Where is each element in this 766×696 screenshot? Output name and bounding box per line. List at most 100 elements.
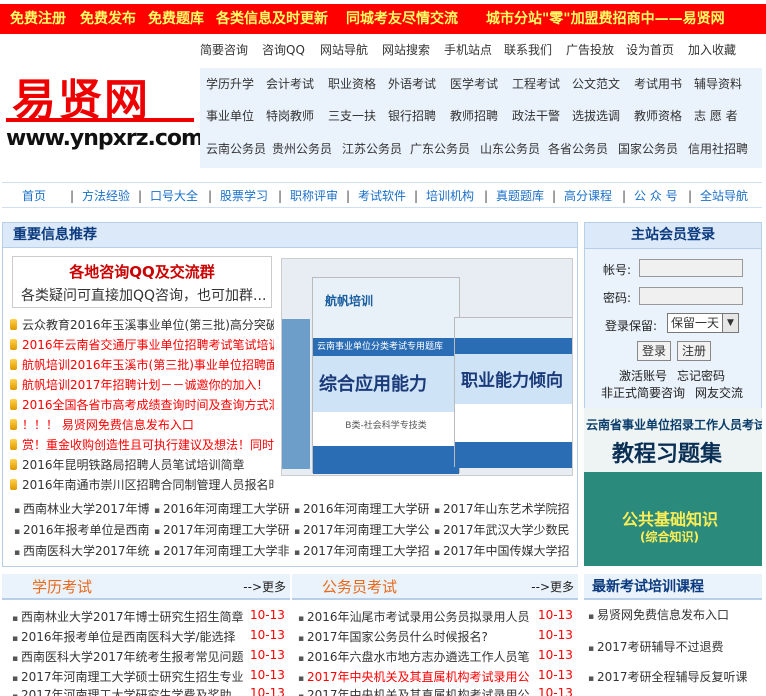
category-link[interactable]: 志 愿 者: [694, 108, 738, 124]
category-link[interactable]: 教师资格: [634, 108, 682, 124]
news-item[interactable]: 航帆培训2016年玉溪市(第三批)事业单位招聘面: [8, 355, 274, 375]
toplink-homepage[interactable]: 设为首页: [626, 40, 674, 60]
book-cover-image[interactable]: 航帆培训 云南事业单位分类考试专用题库 综合应用能力 B类-社会科学专技类 职业…: [281, 258, 573, 476]
link-item[interactable]: 2017年武汉大学少数民: [434, 521, 570, 538]
promo-info-update[interactable]: 各类信息及时更新: [216, 4, 328, 34]
category-link[interactable]: 教师招聘: [450, 108, 498, 124]
category-link[interactable]: 辅导资料: [694, 76, 742, 92]
nav-item[interactable]: 高分课程: [564, 183, 612, 209]
gwy-item[interactable]: 2017年国家公务员什么时候报名?: [298, 628, 530, 645]
nav-item[interactable]: 真题题库: [496, 183, 544, 209]
nav-item[interactable]: 全站导航: [700, 183, 748, 209]
xueli-item[interactable]: 2016年报考单位是西南医科大学/能选择: [12, 628, 244, 645]
toplink-site-nav[interactable]: 网站导航: [320, 40, 368, 60]
toplink-ads[interactable]: 广告投放: [566, 40, 614, 60]
activate-link[interactable]: 激活账号: [619, 367, 667, 384]
category-link[interactable]: 各省公务员: [548, 141, 608, 157]
category-link[interactable]: 山东公务员: [480, 141, 540, 157]
link-item[interactable]: 2016年报考单位是西南: [14, 521, 150, 538]
xueli-item[interactable]: 2017年河南理工大学硕士研究生招生专业: [12, 668, 244, 685]
link-item[interactable]: 2017年河南理工大学研: [154, 521, 290, 538]
promo-publish[interactable]: 免费发布: [80, 4, 136, 34]
gwy-item[interactable]: 2016年六盘水市地方志办遴选工作人员笔: [298, 648, 530, 665]
gwy-item[interactable]: 2016年汕尾市考试录用公务员拟录用人员: [298, 608, 530, 625]
news-item[interactable]: ！！！ 易贤网免费信息发布入口: [8, 415, 274, 435]
nav-item[interactable]: 口号大全: [150, 183, 198, 209]
news-item[interactable]: 2016全国各省市高考成绩查询时间及查询方式汇: [8, 395, 274, 415]
promo-question-bank[interactable]: 免费题库: [148, 4, 204, 34]
category-link[interactable]: 事业单位: [206, 108, 254, 124]
xueli-more-link[interactable]: -->更多: [243, 574, 286, 600]
category-link[interactable]: 选拔选调: [572, 108, 620, 124]
link-item[interactable]: 西南林业大学2017年博: [14, 500, 150, 517]
toplink-qq[interactable]: 咨询QQ: [262, 40, 305, 60]
category-link[interactable]: 政法干警: [512, 108, 560, 124]
account-input[interactable]: [639, 259, 743, 277]
training-item[interactable]: 易贤网免费信息发布入口: [588, 606, 760, 623]
link-item[interactable]: 2017年山东艺术学院招: [434, 500, 570, 517]
nav-item[interactable]: 考试软件: [358, 183, 406, 209]
category-link[interactable]: 学历升学: [206, 76, 254, 92]
forgot-link[interactable]: 忘记密码: [677, 367, 725, 384]
nav-item[interactable]: 公 众 号: [634, 183, 678, 209]
link-item[interactable]: 2016年河南理工大学研: [294, 500, 430, 517]
qq-group-box[interactable]: 各地咨询QQ及交流群 各类疑问可直接加QQ咨询，也可加群...: [12, 256, 272, 308]
login-button[interactable]: 登录: [637, 341, 672, 361]
category-link[interactable]: 会计考试: [266, 76, 314, 92]
promo-register[interactable]: 免费注册: [10, 4, 66, 34]
link-item[interactable]: 西南医科大学2017年统: [14, 542, 150, 559]
category-link[interactable]: 外语考试: [388, 76, 436, 92]
gwy-item[interactable]: 2017年中央机关及其直属机构考试录用公: [298, 668, 530, 685]
category-link[interactable]: 考试用书: [634, 76, 682, 92]
toplink-search[interactable]: 网站搜索: [382, 40, 430, 60]
category-link[interactable]: 公文范文: [572, 76, 620, 92]
chat-link[interactable]: 网友交流: [695, 384, 743, 401]
nav-item[interactable]: 培训机构: [426, 183, 474, 209]
toplink-consult[interactable]: 简要咨询: [200, 40, 248, 60]
promo-exchange[interactable]: 同城考友尽情交流: [346, 4, 458, 34]
category-link[interactable]: 贵州公务员: [272, 141, 332, 157]
category-link[interactable]: 工程考试: [512, 76, 560, 92]
ad-banner[interactable]: 云南省事业单位招录工作人员考试 教程习题集 公共基础知识 (综合知识): [584, 408, 762, 566]
gwy-more-link[interactable]: -->更多: [531, 574, 574, 600]
news-item[interactable]: 航帆培训2017年招聘计划－－诚邀你的加入！: [8, 375, 274, 395]
xueli-title[interactable]: 学历考试: [32, 574, 92, 600]
category-link[interactable]: 信用社招聘: [688, 141, 748, 157]
link-item[interactable]: 2017年中国传媒大学招: [434, 542, 570, 559]
category-link[interactable]: 云南公务员: [206, 141, 266, 157]
register-button[interactable]: 注册: [677, 341, 712, 361]
toplink-contact[interactable]: 联系我们: [504, 40, 552, 60]
promo-franchise[interactable]: 城市分站"零"加盟费招商中——易贤网: [486, 4, 725, 34]
link-item[interactable]: 2016年河南理工大学研: [154, 500, 290, 517]
nav-item[interactable]: 职称评审: [290, 183, 338, 209]
training-item[interactable]: 2017考研辅导不过退费: [588, 638, 760, 655]
link-item[interactable]: 2017年河南理工大学非: [154, 542, 290, 559]
password-input[interactable]: [639, 287, 743, 305]
category-link[interactable]: 三支一扶: [328, 108, 376, 124]
category-link[interactable]: 广东公务员: [410, 141, 470, 157]
remember-select[interactable]: 保留一天 ▼: [667, 313, 739, 333]
news-item[interactable]: 云众教育2016年玉溪事业单位(第三批)高分突破: [8, 315, 274, 335]
gwy-item[interactable]: 2017年中央机关及其直属机构考试录用公: [298, 686, 530, 696]
toplink-mobile[interactable]: 手机站点: [444, 40, 492, 60]
news-item[interactable]: 赏！重金收购创造性且可执行建议及想法！同时: [8, 435, 274, 455]
training-item[interactable]: 2017考研全程辅导反复听课: [588, 668, 760, 685]
category-link[interactable]: 江苏公务员: [342, 141, 402, 157]
category-link[interactable]: 国家公务员: [618, 141, 678, 157]
nav-item[interactable]: 股票学习: [220, 183, 268, 209]
category-link[interactable]: 职业资格: [328, 76, 376, 92]
category-link[interactable]: 银行招聘: [388, 108, 436, 124]
category-link[interactable]: 医学考试: [450, 76, 498, 92]
category-link[interactable]: 特岗教师: [266, 108, 314, 124]
xueli-item[interactable]: 西南林业大学2017年博士研究生招生简章: [12, 608, 244, 625]
xueli-item[interactable]: 2017年河南理工大学研究生学费及奖助: [12, 686, 244, 696]
site-logo[interactable]: 易贤网 www.ynpxrz.com: [6, 72, 204, 162]
link-item[interactable]: 2017年河南理工大学招: [294, 542, 430, 559]
nav-home[interactable]: 首页: [22, 183, 46, 209]
news-item[interactable]: 2016年南通市崇川区招聘合同制管理人员报名时: [8, 475, 274, 495]
nav-item[interactable]: 方法经验: [82, 183, 130, 209]
xueli-item[interactable]: 西南医科大学2017年统考生报考常见问题: [12, 648, 244, 665]
link-item[interactable]: 2017年河南理工大学公: [294, 521, 430, 538]
toplink-favorite[interactable]: 加入收藏: [688, 40, 736, 60]
consult-link[interactable]: 非正式简要咨询: [601, 384, 685, 401]
